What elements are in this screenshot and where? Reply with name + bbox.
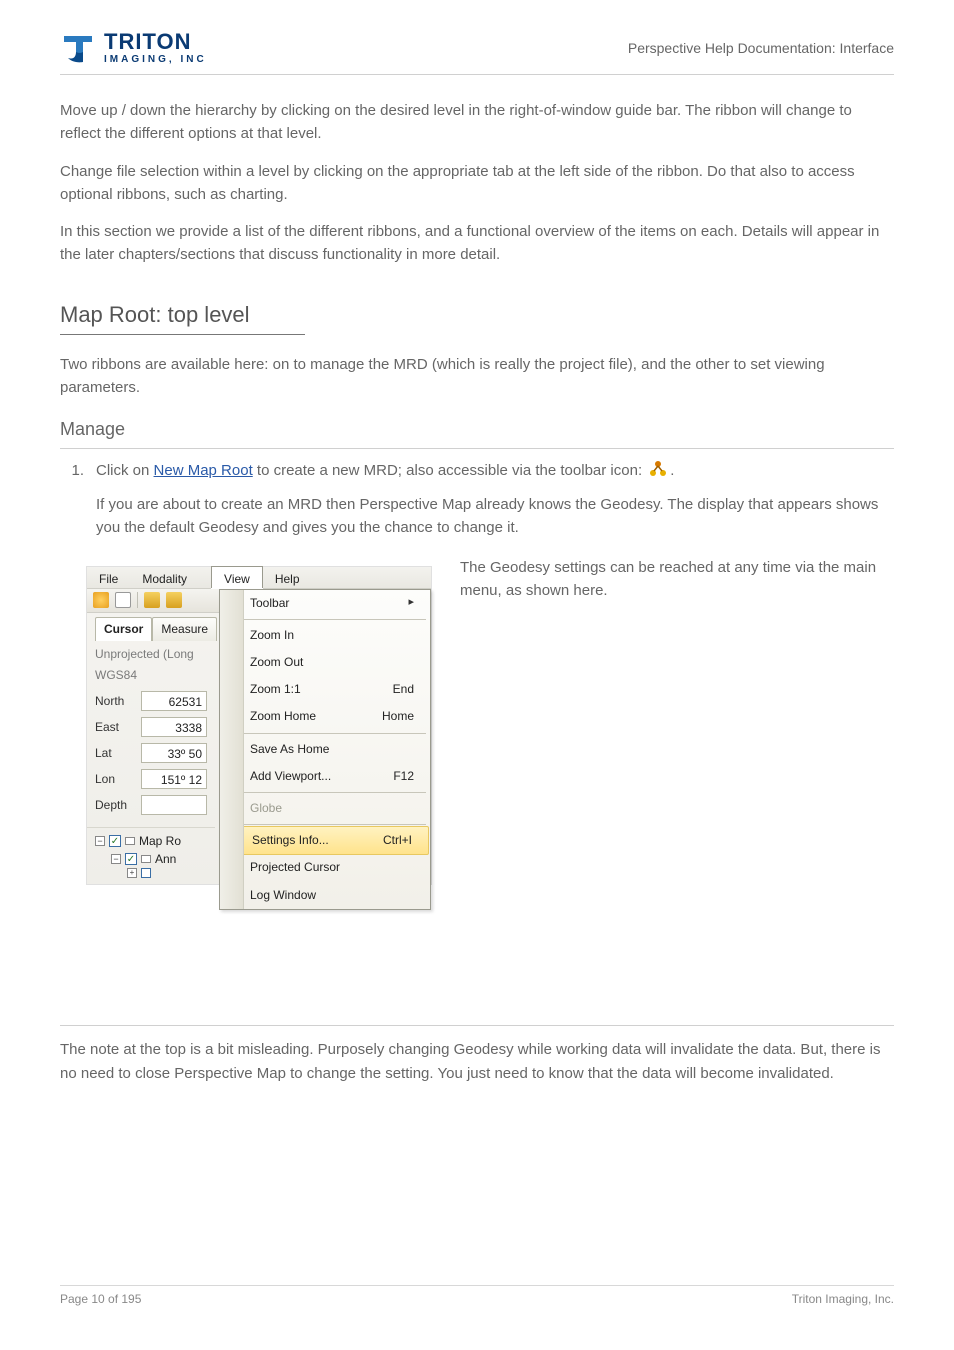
list-number: 1.: [64, 459, 84, 482]
tree-row-partial: +: [95, 868, 207, 878]
field-depth: Depth: [95, 795, 207, 815]
toolbar-open-icon[interactable]: [144, 592, 160, 608]
toolbar-new-icon[interactable]: [93, 592, 109, 608]
bottom-note: The note at the top is a bit misleading.…: [60, 1038, 894, 1085]
dd-log-window[interactable]: Log Window: [220, 882, 430, 909]
text-run: If you are about to create an MRD then P…: [96, 496, 878, 536]
value-depth[interactable]: [141, 795, 207, 815]
side-text: The Geodesy settings can be reached at a…: [460, 554, 894, 886]
list-content: Click on New Map Root to create a new MR…: [96, 459, 894, 540]
checkbox-icon[interactable]: ✓: [125, 853, 137, 865]
brand-name: TRITON: [104, 31, 207, 53]
menu-view[interactable]: View: [211, 566, 263, 588]
value-north[interactable]: 62531: [141, 691, 207, 711]
footer-company: Triton Imaging, Inc.: [792, 1292, 894, 1306]
footer-page: Page 10 of 195: [60, 1292, 141, 1306]
tab-cursor[interactable]: Cursor: [95, 617, 152, 641]
field-lat: Lat 33º 50: [95, 743, 207, 763]
value-lat[interactable]: 33º 50: [141, 743, 207, 763]
dd-zoom-home[interactable]: Zoom HomeHome: [220, 703, 430, 730]
list-item-1: 1. Click on New Map Root to create a new…: [64, 459, 894, 540]
page-header: TRITON IMAGING, INC Perspective Help Doc…: [60, 30, 894, 75]
text-run: Click on: [96, 462, 154, 479]
ui-screenshot: File Modality View Help Toolbar Zoom In …: [86, 566, 432, 886]
new-map-root-link[interactable]: New Map Root: [154, 462, 253, 479]
projection-line2: WGS84: [95, 666, 207, 685]
tree-label: Ann: [155, 850, 176, 868]
brand-sub: IMAGING, INC: [104, 55, 207, 65]
body: Move up / down the hierarchy by clicking…: [60, 99, 894, 1085]
logo-mark: [60, 30, 96, 66]
label-lat: Lat: [95, 744, 135, 763]
intro-p3: In this section we provide a list of the…: [60, 220, 894, 267]
toolbar-separator: [137, 592, 138, 608]
dd-separator: [224, 619, 426, 620]
geodesy-note: The Geodesy settings can be reached at a…: [460, 556, 894, 603]
layer-tree: − ✓ Map Ro − ✓ Ann +: [87, 827, 215, 884]
subsection-rule: [60, 448, 894, 449]
tree-label: Map Ro: [139, 832, 181, 850]
text-run: to create a new MRD; also accessible via…: [257, 462, 642, 479]
checkbox-icon[interactable]: ✓: [109, 835, 121, 847]
panel-tabs: Cursor Measure: [95, 617, 207, 641]
collapse-icon[interactable]: −: [95, 836, 105, 846]
dd-separator: [224, 792, 426, 793]
dd-settings-info[interactable]: Settings Info...Ctrl+I: [221, 826, 429, 855]
value-lon[interactable]: 151º 12: [141, 769, 207, 789]
toolbar-folder-icon[interactable]: [166, 592, 182, 608]
brand-logo: TRITON IMAGING, INC: [60, 30, 207, 66]
menu-file[interactable]: File: [87, 567, 130, 588]
checkbox-icon[interactable]: [141, 868, 151, 878]
menu-bar: File Modality View Help: [87, 567, 431, 589]
intro-p2: Change file selection within a level by …: [60, 160, 894, 207]
node-icon: [141, 855, 151, 863]
view-dropdown: Toolbar Zoom In Zoom Out Zoom 1:1End Zoo…: [219, 589, 431, 910]
dd-separator: [224, 733, 426, 734]
left-panel: Cursor Measure Unprojected (Long WGS84 N…: [87, 613, 215, 818]
field-north: North 62531: [95, 691, 207, 711]
dd-globe: Globe: [220, 795, 430, 822]
logo-text: TRITON IMAGING, INC: [104, 31, 207, 65]
expand-icon[interactable]: +: [127, 868, 137, 878]
menu-modality[interactable]: Modality: [130, 567, 199, 588]
new-map-root-icon: [648, 460, 668, 485]
dd-add-viewport[interactable]: Add Viewport...F12: [220, 763, 430, 790]
menu-help[interactable]: Help: [263, 567, 312, 588]
field-east: East 3338: [95, 717, 207, 737]
projection-line1: Unprojected (Long: [95, 645, 207, 664]
tree-row-maproot[interactable]: − ✓ Map Ro: [95, 832, 207, 850]
collapse-icon[interactable]: −: [111, 854, 121, 864]
dd-projected-cursor[interactable]: Projected Cursor: [220, 854, 430, 881]
dd-zoom-in[interactable]: Zoom In: [220, 622, 430, 649]
tree-row-ann[interactable]: − ✓ Ann: [95, 850, 207, 868]
maproot-body: Two ribbons are available here: on to ma…: [60, 353, 894, 400]
dd-save-home[interactable]: Save As Home: [220, 736, 430, 763]
section-title-maproot: Map Root: top level: [60, 297, 894, 332]
toolbar-page-icon[interactable]: [115, 592, 131, 608]
value-east[interactable]: 3338: [141, 717, 207, 737]
label-north: North: [95, 692, 135, 711]
dd-zoom-11[interactable]: Zoom 1:1End: [220, 676, 430, 703]
label-depth: Depth: [95, 796, 135, 815]
dropdown-gutter: [220, 590, 244, 909]
subsection-title-manage: Manage: [60, 415, 894, 444]
field-lon: Lon 151º 12: [95, 769, 207, 789]
section-underline: [60, 334, 305, 335]
bottom-rule: [60, 1025, 894, 1026]
dd-separator: [224, 824, 426, 825]
document-title: Perspective Help Documentation: Interfac…: [207, 40, 894, 56]
intro-p1: Move up / down the hierarchy by clicking…: [60, 99, 894, 146]
dd-zoom-out[interactable]: Zoom Out: [220, 649, 430, 676]
page-footer: Page 10 of 195 Triton Imaging, Inc.: [60, 1285, 894, 1306]
tab-measure[interactable]: Measure: [152, 617, 217, 641]
dd-toolbar[interactable]: Toolbar: [220, 590, 430, 617]
label-lon: Lon: [95, 770, 135, 789]
label-east: East: [95, 718, 135, 737]
node-icon: [125, 837, 135, 845]
